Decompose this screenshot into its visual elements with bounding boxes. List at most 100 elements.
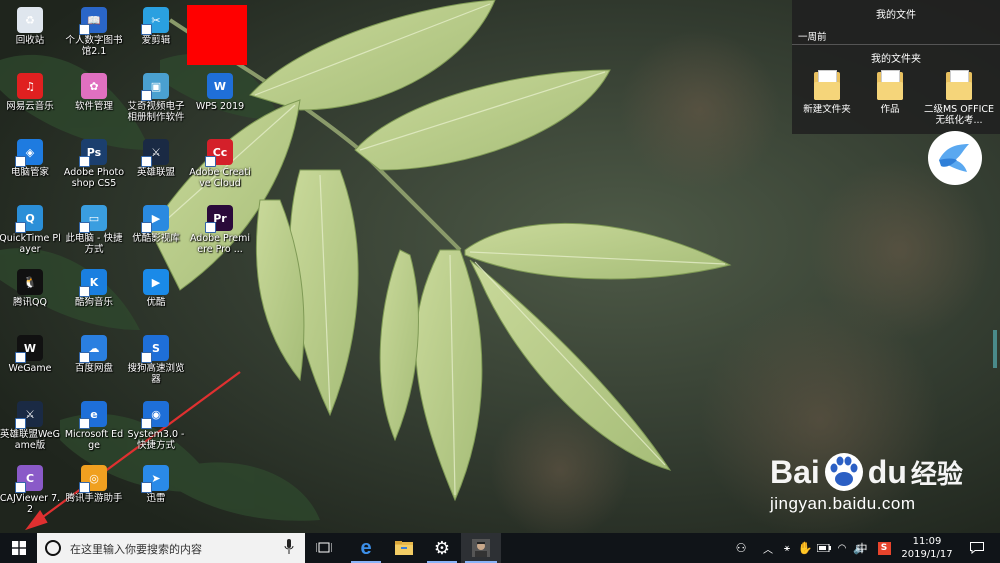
tray-people-button[interactable]: ⚇ — [730, 533, 752, 563]
desktop-icon[interactable]: ◎ 腾讯手游助手 — [62, 462, 126, 524]
clock-date: 2019/1/17 — [901, 549, 953, 560]
desktop-icon[interactable]: ◉ System3.0 - 快捷方式 — [124, 398, 188, 460]
microphone-icon[interactable] — [284, 539, 294, 555]
desktop-icon[interactable]: ♫ 网易云音乐 — [0, 70, 62, 132]
tray-ime[interactable]: 中 — [853, 533, 871, 563]
premiere-icon: Pr — [205, 205, 233, 233]
desktop-icon[interactable]: ☁ 百度网盘 — [62, 332, 126, 394]
desktop-icon[interactable]: ✿ 软件管理 — [62, 70, 126, 132]
taskbar-avatar-app-button[interactable] — [461, 533, 501, 563]
desktop-icon[interactable]: C CAJViewer 7.2 — [0, 462, 62, 524]
qq-icon: 🐧 — [17, 269, 43, 295]
desktop-icon[interactable]: ✂ 爱剪辑 — [124, 4, 188, 66]
tray-sogou-ime[interactable]: S — [875, 533, 893, 563]
desktop-icon-label: 电脑管家 — [10, 167, 49, 178]
digital-library-icon: 📖 — [79, 7, 107, 35]
desktop-icon[interactable]: S 搜狗高速浏览器 — [124, 332, 188, 394]
desktop-icon[interactable]: ▶ 优酷 — [124, 266, 188, 328]
baidu-jingyan-watermark: Bai du 经验 jingyan.baidu.com — [770, 452, 963, 514]
desktop-icon[interactable]: ➤ 迅雷 — [124, 462, 188, 524]
desktop-icon[interactable]: ▣ 艾奇视频电子相册制作软件 — [124, 70, 188, 132]
aijianji-icon: ✂ — [141, 7, 169, 35]
desktop-icon[interactable]: W WeGame — [0, 332, 62, 394]
desktop-icon[interactable]: K 酷狗音乐 — [62, 266, 126, 328]
taskbar: 在这里输入你要搜索的内容 e ⚙ ⚇ ︿ ⚹ ✋ ◠ 🔈 中 S 11:09 2… — [0, 533, 1000, 563]
action-center-button[interactable] — [962, 533, 992, 563]
desktop-icon[interactable]: ▶ 优酷影视库 — [124, 202, 188, 264]
tray-network[interactable]: ⚹ — [778, 533, 796, 563]
system3-icon: ◉ — [141, 401, 169, 429]
desktop-icon[interactable]: ♻ 回收站 — [0, 4, 62, 66]
lol-icon: ⚔ — [141, 139, 169, 167]
desktop-icon[interactable]: Cc Adobe Creative Cloud — [188, 136, 252, 198]
task-view-button[interactable] — [305, 533, 343, 563]
task-view-icon — [316, 542, 332, 553]
desktop-icon-label: WeGame — [8, 363, 52, 374]
tray-battery[interactable] — [815, 533, 833, 563]
desktop-icon-label: 迅雷 — [146, 493, 166, 504]
desktop-icon[interactable]: 🐧 腾讯QQ — [0, 266, 62, 328]
desktop-icon-label: 酷狗音乐 — [74, 297, 113, 308]
clock-time: 11:09 — [912, 536, 942, 547]
desktop-icon[interactable]: 📖 个人数字图书馆2.1 — [62, 4, 126, 66]
desktop-icon[interactable]: ⚔ 英雄联盟WeGame版 — [0, 398, 62, 460]
desktop-icon[interactable]: Ps Adobe Photoshop CS5 — [62, 136, 126, 198]
search-box[interactable]: 在这里输入你要搜索的内容 — [37, 533, 305, 563]
desktop-icon-label: 回收站 — [15, 35, 45, 46]
my-folders-panel: 我的文件夹 新建文件夹 作品 二级MS OFFICE无纸化考... — [792, 46, 1000, 134]
youku-icon: ▶ — [143, 269, 169, 295]
desktop-icon-label: QuickTime Player — [0, 233, 61, 255]
desktop-icon[interactable]: ◈ 电脑管家 — [0, 136, 62, 198]
desktop-icon-label: 爱剪辑 — [141, 35, 171, 46]
desktop-icon-label: 优酷影视库 — [132, 233, 180, 244]
lol-wegame-icon: ⚔ — [15, 401, 43, 429]
battery-icon — [817, 544, 831, 552]
desktop-icon-label: 腾讯手游助手 — [65, 493, 123, 504]
folder-icon — [946, 70, 972, 100]
desktop-icon-label: 腾讯QQ — [13, 297, 47, 308]
desktop-icon[interactable]: W WPS 2019 — [188, 70, 252, 132]
chevron-up-icon: ︿ — [763, 544, 773, 556]
aiqi-album-icon: ▣ — [141, 73, 169, 101]
desktop-icon-label: WPS 2019 — [195, 101, 245, 112]
tray-wifi[interactable]: ◠ — [833, 533, 851, 563]
desktop-icon[interactable]: Q QuickTime Player — [0, 202, 62, 264]
tencent-game-assistant-icon: ◎ — [79, 465, 107, 493]
taskbar-file-explorer-button[interactable] — [385, 533, 423, 563]
desktop-icon[interactable]: ▭ 此电脑 - 快捷方式 — [62, 202, 126, 264]
tray-app-hand[interactable]: ✋ — [796, 533, 814, 563]
desktop-icon[interactable]: ⚔ 英雄联盟 — [124, 136, 188, 198]
cajviewer-icon: C — [15, 465, 43, 493]
baidu-paw-icon — [824, 453, 863, 491]
recent-section-label[interactable]: 一周前 — [798, 29, 827, 43]
search-placeholder: 在这里输入你要搜索的内容 — [70, 543, 202, 556]
folder-new-folder[interactable]: 新建文件夹 — [796, 70, 858, 115]
folder-works[interactable]: 作品 — [859, 70, 921, 115]
desktop-icon[interactable]: Pr Adobe Premiere Pro ... — [188, 202, 252, 264]
my-folders-title: 我的文件夹 — [871, 54, 921, 65]
desktop-icon-label: System3.0 - 快捷方式 — [127, 429, 185, 451]
taskbar-edge-button[interactable]: e — [347, 533, 385, 563]
start-button[interactable] — [0, 533, 37, 563]
gear-icon: ⚙ — [433, 537, 451, 559]
red-square-marker — [187, 5, 247, 65]
youku-library-icon: ▶ — [141, 205, 169, 233]
desktop-icon-label: Adobe Photoshop CS5 — [63, 167, 125, 189]
desktop-icon-label: 网易云音乐 — [6, 101, 54, 112]
tray-overflow-button[interactable]: ︿ — [760, 533, 776, 563]
windows-logo-icon — [11, 541, 26, 555]
notification-icon — [970, 542, 984, 554]
network-icon: ⚹ — [784, 542, 790, 554]
folder-icon — [395, 541, 413, 555]
wegame-icon: W — [15, 335, 43, 363]
desktop-icon[interactable]: e Microsoft Edge — [62, 398, 126, 460]
bird-app-floating-button[interactable] — [928, 131, 982, 185]
sogou-ime-icon: S — [877, 541, 891, 555]
taskbar-settings-button[interactable]: ⚙ — [423, 533, 461, 563]
desktop-icon-label: 此电脑 - 快捷方式 — [65, 233, 123, 255]
edge-icon: e — [360, 536, 372, 559]
folder-ms-office-exam[interactable]: 二级MS OFFICE无纸化考... — [922, 70, 996, 126]
edge-handle[interactable] — [993, 330, 997, 368]
taskbar-clock[interactable]: 11:09 2019/1/17 — [897, 535, 957, 561]
wifi-icon: ◠ — [837, 542, 847, 554]
